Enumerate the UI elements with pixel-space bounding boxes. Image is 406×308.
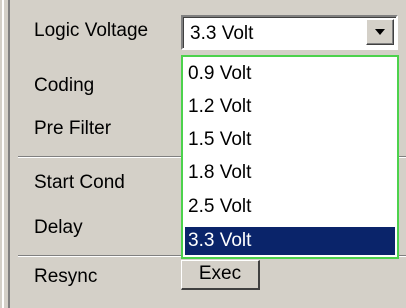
resync-label: Resync: [34, 266, 98, 287]
logic-voltage-selected-value: 3.3 Volt: [190, 23, 254, 44]
resync-exec-button[interactable]: Exec: [181, 260, 260, 290]
option-0-9-volt[interactable]: 0.9 Volt: [185, 60, 395, 88]
dropdown-button[interactable]: [366, 19, 394, 45]
option-3-3-volt[interactable]: 3.3 Volt: [185, 227, 395, 255]
logic-voltage-label: Logic Voltage: [34, 20, 149, 41]
option-1-8-volt[interactable]: 1.8 Volt: [185, 159, 395, 187]
start-cond-label: Start Cond: [34, 172, 125, 193]
logic-voltage-options-list[interactable]: 0.9 Volt 1.2 Volt 1.5 Volt 1.8 Volt 2.5 …: [181, 55, 399, 259]
window-left-frame: [0, 0, 10, 308]
pre-filter-label: Pre Filter: [34, 118, 112, 139]
option-1-5-volt[interactable]: 1.5 Volt: [185, 126, 395, 154]
delay-label: Delay: [34, 217, 83, 238]
option-1-2-volt[interactable]: 1.2 Volt: [185, 93, 395, 121]
chevron-down-icon: [375, 29, 385, 35]
logic-voltage-select[interactable]: 3.3 Volt: [181, 15, 398, 50]
option-2-5-volt[interactable]: 2.5 Volt: [185, 193, 395, 221]
coding-label: Coding: [34, 75, 95, 96]
